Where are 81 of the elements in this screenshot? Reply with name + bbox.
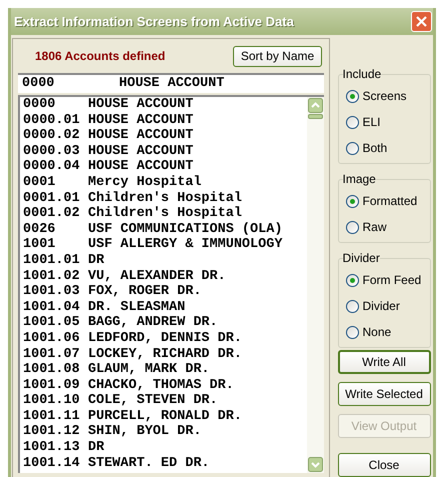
radio-button[interactable]: [346, 326, 358, 338]
scroll-down-icon[interactable]: [308, 457, 323, 472]
account-name[interactable]: Mercy Hospital: [88, 174, 202, 191]
dialog-button[interactable]: Close: [338, 453, 430, 477]
account-code[interactable]: 1001: [23, 237, 88, 253]
radio-button[interactable]: [346, 142, 358, 154]
radio-label: Raw: [362, 219, 387, 236]
account-code[interactable]: 0000.02: [23, 128, 88, 144]
account-code[interactable]: 1001.11: [23, 408, 88, 424]
account-name[interactable]: STEWART. ED DR.: [88, 456, 210, 472]
account-code[interactable]: 0001: [23, 174, 88, 191]
account-name[interactable]: LEDFORD, DENNIS DR.: [88, 330, 242, 346]
account-name[interactable]: HOUSE ACCOUNT: [88, 112, 194, 128]
dialog-button[interactable]: Write Selected: [338, 382, 430, 406]
account-name[interactable]: SHIN, BYOL DR.: [88, 424, 202, 440]
account-name[interactable]: COLE, STEVEN DR.: [88, 393, 218, 409]
account-name[interactable]: HOUSE ACCOUNT: [88, 128, 194, 144]
account-code[interactable]: 1001.13: [23, 440, 88, 456]
radio-label: Form Feed: [362, 272, 422, 289]
account-name[interactable]: DR: [88, 252, 104, 269]
account-code[interactable]: 0000: [23, 97, 88, 113]
radio-button[interactable]: [346, 300, 358, 312]
account-code[interactable]: 1001.03: [23, 284, 88, 300]
account-code[interactable]: 1001.06: [23, 330, 88, 346]
account-name[interactable]: USF COMMUNICATIONS (OLA): [88, 222, 282, 238]
account-code[interactable]: 1001.01: [23, 252, 88, 269]
account-code[interactable]: 0000.03: [23, 144, 88, 160]
account-code[interactable]: 1001.02: [23, 268, 88, 284]
scrollbar[interactable]: [307, 97, 324, 473]
account-code[interactable]: 1001.05: [23, 315, 88, 331]
account-name[interactable]: DR. SLEASMAN: [88, 300, 186, 316]
window-title: Extract Information Screens from Active Data: [14, 12, 294, 31]
account-name[interactable]: DR: [88, 440, 104, 456]
selected-account-field[interactable]: 0000 HOUSE ACCOUNT: [18, 73, 324, 93]
account-name[interactable]: CHACKO, THOMAS DR.: [88, 378, 234, 394]
group-title: Image: [342, 171, 376, 188]
account-name[interactable]: LOCKEY, RICHARD DR.: [88, 346, 242, 362]
account-name[interactable]: HOUSE ACCOUNT: [88, 144, 194, 160]
account-name[interactable]: BAGG, ANDREW DR.: [88, 315, 218, 331]
close-icon: [416, 16, 427, 27]
close-button[interactable]: [411, 11, 432, 32]
account-name[interactable]: HOUSE ACCOUNT: [88, 97, 194, 113]
radio-button[interactable]: [346, 116, 358, 128]
accounts-list[interactable]: [18, 95, 324, 473]
accounts-count: 1806 Accounts defined: [35, 48, 166, 65]
account-name[interactable]: USF ALLERGY & IMMUNOLOGY: [88, 237, 282, 253]
account-code[interactable]: 0001.02: [23, 206, 88, 222]
account-code[interactable]: 1001.08: [23, 362, 88, 378]
account-name[interactable]: Children's Hospital: [88, 206, 242, 222]
radio-label: Formatted: [362, 193, 418, 210]
account-code[interactable]: 0000.01: [23, 112, 88, 128]
group-title: Include: [342, 66, 382, 83]
account-code[interactable]: 1001.12: [23, 424, 88, 440]
account-code[interactable]: 1001.07: [23, 346, 88, 362]
account-name[interactable]: PURCELL, RONALD DR.: [88, 408, 242, 424]
scroll-up-icon[interactable]: [308, 98, 323, 113]
account-code[interactable]: 1001.09: [23, 378, 88, 394]
account-name[interactable]: FOX, ROGER DR.: [88, 284, 202, 300]
radio-button[interactable]: [346, 274, 358, 286]
account-code[interactable]: 1001.04: [23, 300, 88, 316]
account-code[interactable]: 0026: [23, 222, 88, 238]
radio-button[interactable]: [346, 220, 358, 234]
account-name[interactable]: HOUSE ACCOUNT: [88, 159, 194, 175]
account-code[interactable]: 1001.10: [23, 393, 88, 409]
radio-label: ELI: [362, 114, 381, 131]
radio-label: Both: [362, 140, 388, 157]
radio-label: Screens: [362, 88, 407, 105]
account-name[interactable]: GLAUM, MARK DR.: [88, 362, 210, 378]
group-title: Divider: [342, 250, 380, 267]
scroll-thumb[interactable]: [308, 114, 323, 119]
account-code[interactable]: 0001.01: [23, 190, 88, 206]
radio-label: Divider: [362, 298, 400, 315]
radio-button[interactable]: [346, 90, 358, 102]
account-name[interactable]: Children's Hospital: [88, 190, 242, 206]
sort-button[interactable]: Sort by Name: [233, 46, 322, 66]
dialog-button[interactable]: Write All: [338, 350, 430, 374]
account-name[interactable]: VU, ALEXANDER DR.: [88, 268, 226, 284]
account-code[interactable]: 1001.14: [23, 456, 88, 472]
account-code[interactable]: 0000.04: [23, 159, 88, 175]
radio-label: None: [362, 324, 392, 341]
radio-button[interactable]: [346, 194, 358, 208]
